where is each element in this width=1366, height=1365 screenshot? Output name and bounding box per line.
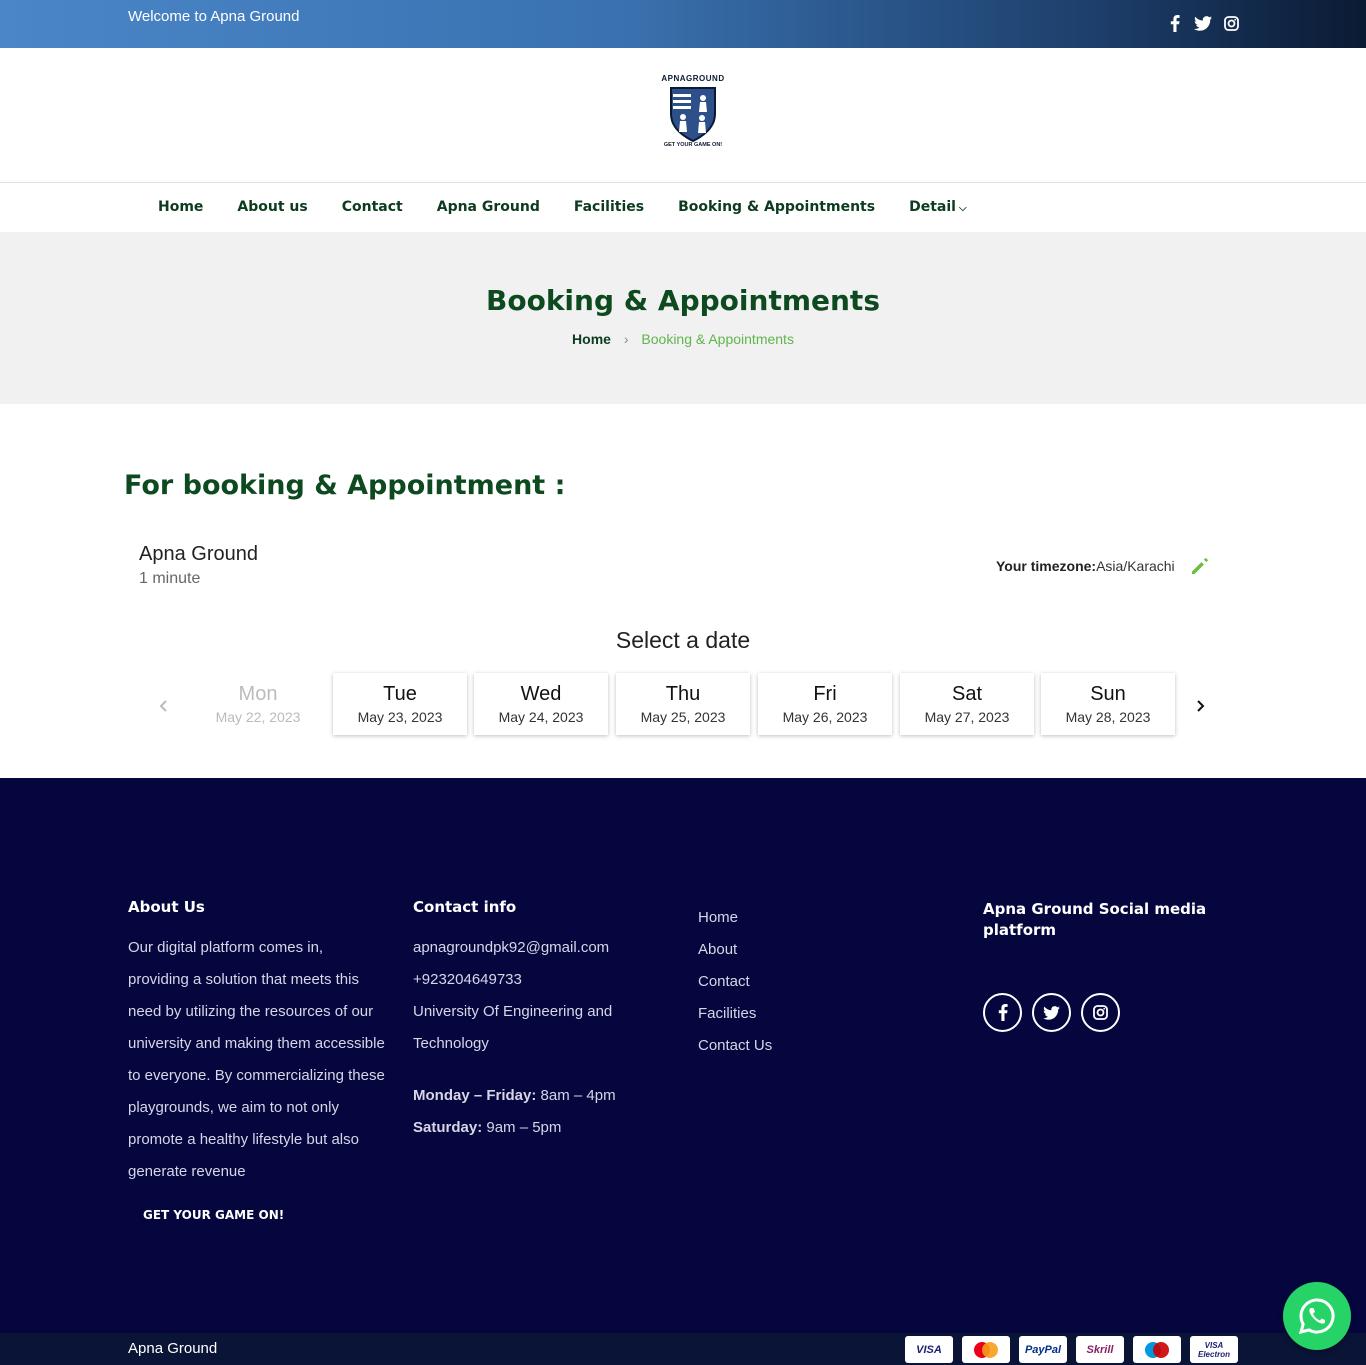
breadcrumb: Home › Booking & Appointments	[0, 331, 1366, 347]
copyright-text: Apna Ground	[128, 1340, 218, 1357]
date-card-sat[interactable]: Sat May 27, 2023	[900, 673, 1034, 735]
day-date: May 24, 2023	[498, 709, 584, 725]
nav-item-booking[interactable]: Booking & Appointments	[678, 199, 875, 215]
visa-card-icon: VISA	[905, 1336, 953, 1363]
welcome-text: Welcome to Apna Ground	[128, 8, 300, 25]
footer-link-facilities[interactable]: Facilities	[698, 998, 772, 1030]
day-name: Fri	[813, 683, 837, 705]
page-title: Booking & Appointments	[486, 284, 880, 317]
logo-tagline: GET YOUR GAME ON!	[663, 142, 723, 148]
select-date-heading: Select a date	[615, 627, 751, 653]
whatsapp-icon	[1298, 1298, 1335, 1335]
footer-tagline: GET YOUR GAME ON!	[143, 1208, 285, 1222]
footer-about-title: About Us	[128, 898, 205, 916]
nav-item-contact[interactable]: Contact	[342, 199, 403, 215]
footer-social-title: Apna Ground Social media platform	[983, 900, 1207, 939]
date-card-wed[interactable]: Wed May 24, 2023	[474, 673, 608, 735]
previous-week-chevron-icon[interactable]	[156, 698, 172, 719]
day-name: Sat	[951, 683, 983, 705]
nav-item-detail[interactable]: Detail ⌵	[909, 199, 966, 215]
footer-facebook-icon[interactable]	[983, 993, 1022, 1032]
timezone-display: Your timezone: Asia/Karachi	[996, 558, 1208, 574]
footer-instagram-icon[interactable]	[1081, 993, 1120, 1032]
nav-item-detail-label: Detail	[909, 199, 956, 215]
day-name: Sun	[1090, 683, 1126, 705]
day-name: Thu	[665, 683, 701, 705]
footer-link-contact-us[interactable]: Contact Us	[698, 1030, 772, 1062]
footer-twitter-icon[interactable]	[1032, 993, 1071, 1032]
top-bar: Welcome to Apna Ground	[0, 0, 1366, 48]
hours-saturday-label: Saturday:	[413, 1119, 483, 1136]
date-card-thu[interactable]: Thu May 25, 2023	[616, 673, 750, 735]
date-card-tue[interactable]: Tue May 23, 2023	[333, 673, 467, 735]
day-name: Tue	[383, 683, 417, 705]
facebook-icon[interactable]	[1166, 14, 1184, 32]
bottom-bar: Apna Ground VISA PayPal Skrill VISA Elec…	[0, 1333, 1366, 1365]
visa-electron-card-icon: VISA Electron	[1190, 1336, 1238, 1363]
footer-link-home[interactable]: Home	[698, 902, 772, 934]
nav-item-apna-ground[interactable]: Apna Ground	[437, 199, 540, 215]
hours-saturday: Saturday: 9am – 5pm	[413, 1112, 653, 1144]
event-duration: 1 minute	[139, 570, 201, 587]
day-date: May 26, 2023	[782, 709, 868, 725]
hours-weekday-label: Monday – Friday:	[413, 1087, 537, 1104]
chevron-right-icon: ›	[623, 331, 629, 347]
hours-weekday: Monday – Friday: 8am – 4pm	[413, 1080, 653, 1112]
footer-contact-title: Contact info	[413, 898, 517, 916]
nav-item-facilities[interactable]: Facilities	[574, 199, 644, 215]
whatsapp-chat-button[interactable]	[1283, 1282, 1351, 1350]
footer-link-contact[interactable]: Contact	[698, 966, 772, 998]
footer-about-text: Our digital platform comes in, providing…	[128, 939, 385, 1180]
day-date: May 22, 2023	[215, 709, 301, 725]
twitter-icon[interactable]	[1194, 14, 1212, 32]
logo-area: APNAGROUND GET YOUR GAME ON!	[0, 48, 1366, 183]
instagram-icon[interactable]	[1222, 14, 1240, 32]
day-date: May 27, 2023	[924, 709, 1010, 725]
paypal-card-icon: PayPal	[1019, 1336, 1067, 1363]
shield-icon	[670, 87, 716, 142]
chevron-down-icon: ⌵	[958, 203, 967, 214]
footer-social: Apna Ground Social media platform	[983, 899, 1223, 1032]
top-social-links	[1166, 14, 1240, 32]
day-date: May 25, 2023	[640, 709, 726, 725]
nav-item-about[interactable]: About us	[237, 199, 307, 215]
timezone-label: Your timezone:	[996, 558, 1097, 574]
footer-links: Home About Contact Facilities Contact Us	[698, 902, 772, 1062]
footer-link-about[interactable]: About	[698, 934, 772, 966]
event-info: Apna Ground 1 minute	[139, 543, 258, 588]
contact-email[interactable]: apnagroundpk92@gmail.com	[413, 932, 653, 964]
footer-contact: Contact info apnagroundpk92@gmail.com +9…	[413, 898, 653, 1144]
page-header: Booking & Appointments Home › Booking & …	[0, 232, 1366, 404]
site-logo[interactable]: APNAGROUND GET YOUR GAME ON!	[660, 74, 726, 154]
skrill-card-icon: Skrill	[1076, 1336, 1124, 1363]
main-nav: Home About us Contact Apna Ground Facili…	[0, 184, 1366, 232]
hours-weekday-value: 8am – 4pm	[540, 1087, 616, 1104]
date-card-sun[interactable]: Sun May 28, 2023	[1041, 673, 1175, 735]
contact-address: University Of Engineering and Technology	[413, 1003, 613, 1052]
logo-arc-text: APNAGROUND	[661, 74, 725, 83]
date-card-mon: Mon May 22, 2023	[191, 673, 325, 735]
event-name: Apna Ground	[139, 543, 258, 565]
payment-cards: VISA PayPal Skrill VISA Electron	[905, 1336, 1238, 1363]
date-card-fri[interactable]: Fri May 26, 2023	[758, 673, 892, 735]
breadcrumb-home[interactable]: Home	[572, 331, 611, 347]
edit-timezone-pencil-icon[interactable]	[1190, 556, 1210, 579]
contact-phone[interactable]: +923204649733	[413, 964, 653, 996]
maestro-card-icon	[1133, 1336, 1181, 1363]
day-name: Wed	[520, 683, 562, 705]
day-date: May 23, 2023	[357, 709, 443, 725]
hours-saturday-value: 9am – 5pm	[486, 1119, 562, 1136]
mastercard-icon	[962, 1336, 1010, 1363]
day-date: May 28, 2023	[1065, 709, 1151, 725]
section-title: For booking & Appointment :	[124, 470, 566, 501]
timezone-value: Asia/Karachi	[1096, 558, 1175, 574]
breadcrumb-current: Booking & Appointments	[641, 331, 794, 347]
day-name: Mon	[238, 683, 278, 705]
footer: About Us Our digital platform comes in, …	[0, 778, 1366, 1333]
nav-item-home[interactable]: Home	[158, 199, 203, 215]
next-week-chevron-icon[interactable]	[1192, 698, 1208, 719]
footer-about: About Us Our digital platform comes in, …	[128, 898, 388, 1222]
